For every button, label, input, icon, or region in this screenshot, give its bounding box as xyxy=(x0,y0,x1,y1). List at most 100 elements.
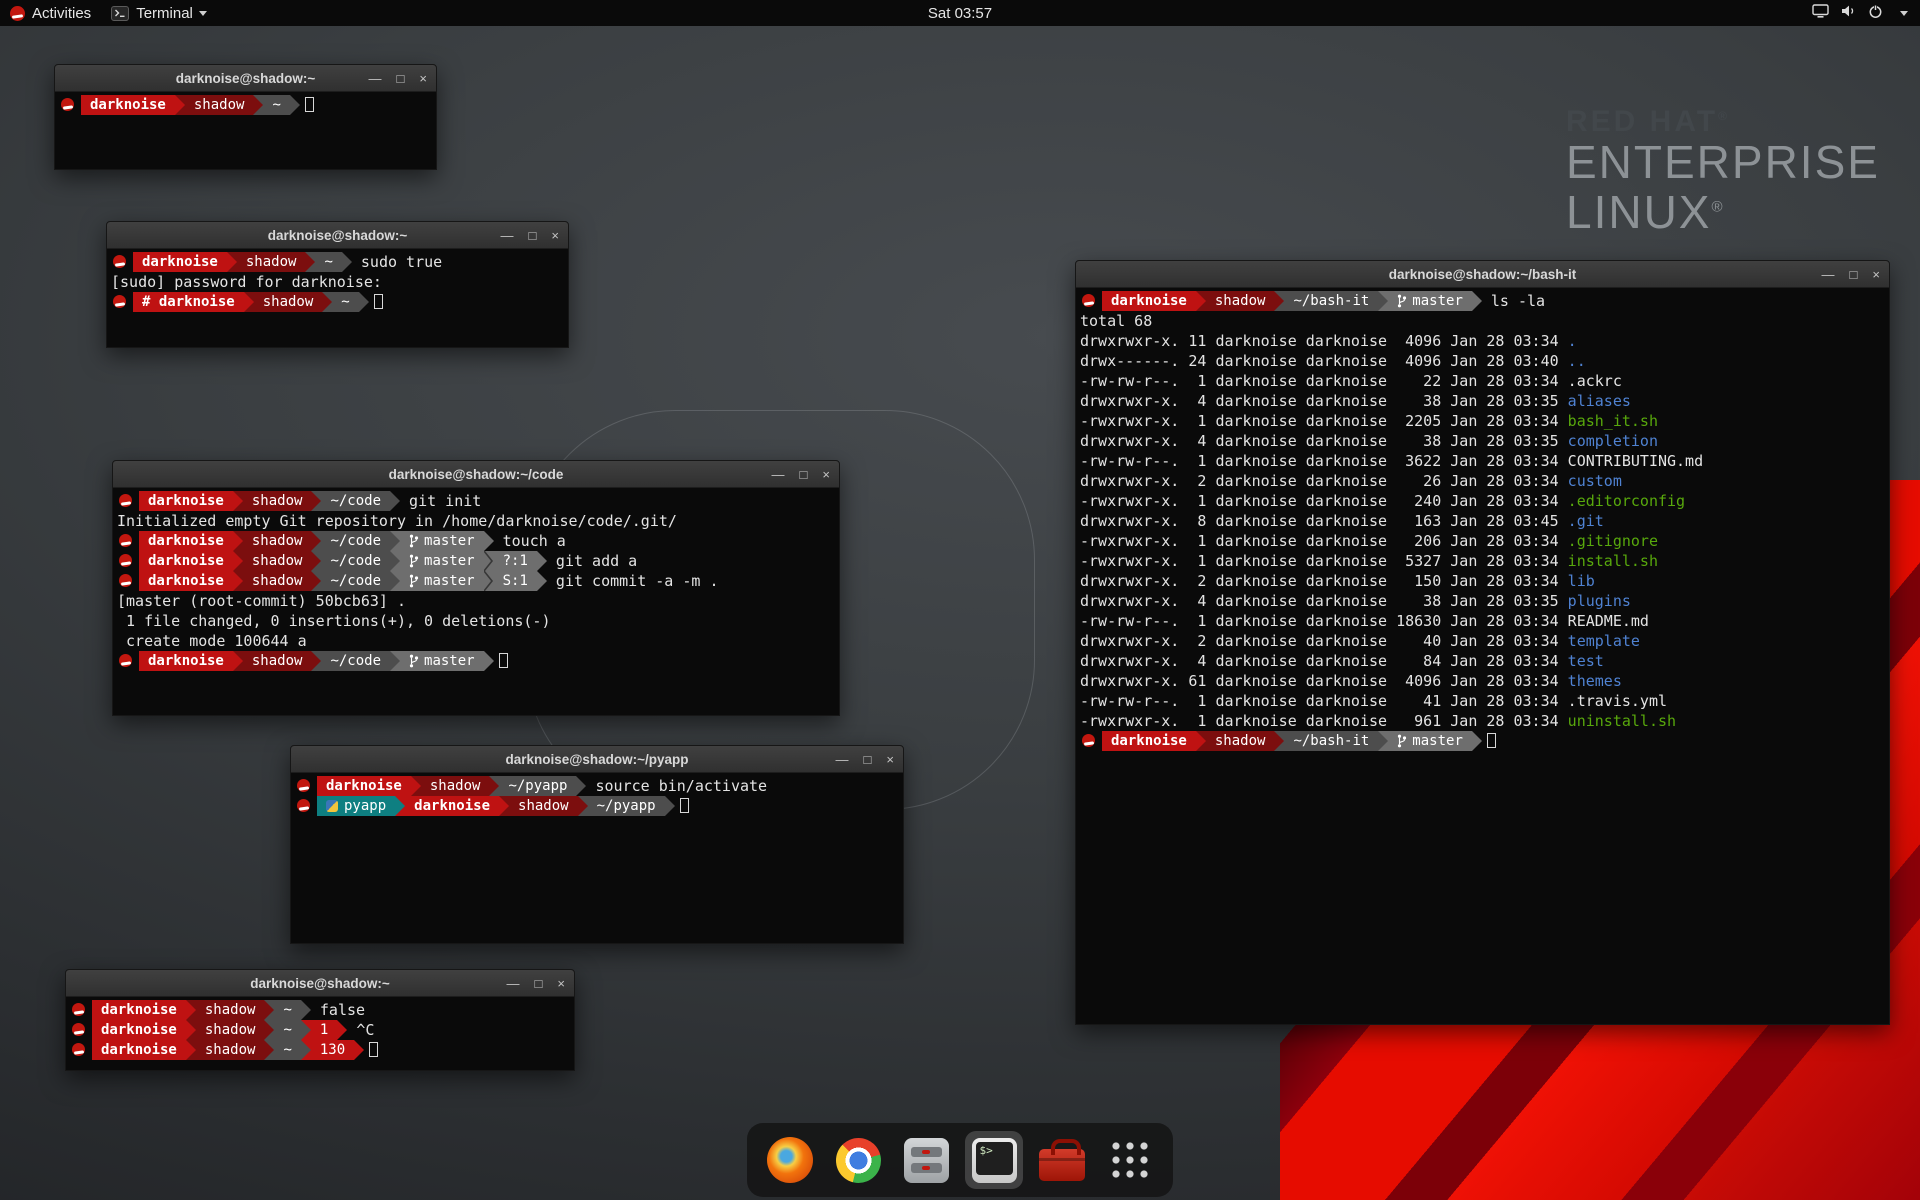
prompt-segment-host: shadow xyxy=(509,796,578,816)
terminal-line: drwxrwxr-x. 4 darknoise darknoise 38 Jan… xyxy=(1080,431,1889,451)
caret-down-icon xyxy=(199,11,207,16)
terminal-text: test xyxy=(1568,651,1604,671)
terminal-content[interactable]: darknoiseshadow~ falsedarknoiseshadow~1 … xyxy=(66,997,574,1070)
minimize-button[interactable]: — xyxy=(369,72,382,85)
terminal-content[interactable]: darknoiseshadow~/code git initInitialize… xyxy=(113,488,839,715)
terminal-window-home-2[interactable]: darknoise@shadow:~ — □ × darknoiseshadow… xyxy=(65,969,575,1071)
git-branch-icon xyxy=(409,654,419,668)
terminal-line: darknoiseshadow~/bash-itmaster ls -la xyxy=(1080,291,1889,311)
prompt-segment-git: master xyxy=(400,551,484,571)
terminal-text: drwxrwxr-x. 2 darknoise darknoise 26 Jan… xyxy=(1080,471,1568,491)
window-titlebar[interactable]: darknoise@shadow:~ — □ × xyxy=(107,222,568,249)
close-button[interactable]: × xyxy=(551,229,559,242)
terminal-content[interactable]: darknoiseshadow~/bash-itmaster ls -latot… xyxy=(1076,288,1889,1024)
terminal-line: 1 file changed, 0 insertions(+), 0 delet… xyxy=(117,611,839,631)
minimize-button[interactable]: — xyxy=(1822,268,1835,281)
powerline-separator xyxy=(537,571,547,591)
powerline-separator xyxy=(311,491,321,511)
powerline-separator xyxy=(186,1000,196,1020)
prompt-segment-user: darknoise xyxy=(1102,731,1196,751)
maximize-button[interactable]: □ xyxy=(800,468,808,481)
system-status-area[interactable] xyxy=(1800,0,1920,26)
terminal-text: create mode 100644 a xyxy=(117,631,307,651)
maximize-button[interactable]: □ xyxy=(535,977,543,990)
prompt-segment-host: shadow xyxy=(1206,291,1275,311)
terminal-line: darknoiseshadow~/bash-itmaster xyxy=(1080,731,1889,751)
prompt-segment-git: ?:1 xyxy=(494,551,537,571)
prompt-segment-git: master xyxy=(400,531,484,551)
powerline-separator xyxy=(186,1040,196,1060)
dock-item-firefox[interactable] xyxy=(761,1131,819,1189)
terminal-text: total 68 xyxy=(1080,311,1152,331)
maximize-button[interactable]: □ xyxy=(864,753,872,766)
dock-item-app-grid[interactable] xyxy=(1101,1131,1159,1189)
clock[interactable]: Sat 03:57 xyxy=(916,0,1004,26)
powerline-separator xyxy=(233,551,243,571)
close-button[interactable]: × xyxy=(822,468,830,481)
window-titlebar[interactable]: darknoise@shadow:~ — □ × xyxy=(55,65,436,92)
dock-item-chrome[interactable] xyxy=(829,1131,887,1189)
close-button[interactable]: × xyxy=(419,72,427,85)
terminal-icon xyxy=(111,6,129,21)
app-menu-terminal[interactable]: Terminal xyxy=(101,0,217,26)
terminal-text: sudo true xyxy=(352,252,442,272)
terminal-line: drwxrwxr-x. 61 darknoise darknoise 4096 … xyxy=(1080,671,1889,691)
window-titlebar[interactable]: darknoise@shadow:~/pyapp — □ × xyxy=(291,746,903,773)
prompt-segment-host: shadow xyxy=(1206,731,1275,751)
terminal-content[interactable]: darknoiseshadow~ sudo true[sudo] passwor… xyxy=(107,249,568,347)
maximize-button[interactable]: □ xyxy=(529,229,537,242)
minimize-button[interactable]: — xyxy=(772,468,785,481)
prompt-segment-path: ~ xyxy=(263,95,289,115)
terminal-content[interactable]: darknoiseshadow~/pyapp source bin/activa… xyxy=(291,773,903,943)
powerline-separator xyxy=(484,551,494,571)
minimize-button[interactable]: — xyxy=(507,977,520,990)
terminal-text: .editorconfig xyxy=(1568,491,1685,511)
terminal-line: drwxrwxr-x. 8 darknoise darknoise 163 Ja… xyxy=(1080,511,1889,531)
minimize-button[interactable]: — xyxy=(501,229,514,242)
close-button[interactable]: × xyxy=(557,977,565,990)
firefox-icon xyxy=(767,1137,813,1183)
terminal-window-sudo[interactable]: darknoise@shadow:~ — □ × darknoiseshadow… xyxy=(106,221,569,348)
powerline-separator xyxy=(305,252,315,272)
terminal-text: -rwxrwxr-x. 1 darknoise darknoise 2205 J… xyxy=(1080,411,1568,431)
window-title: darknoise@shadow:~/pyapp xyxy=(505,752,688,767)
close-button[interactable]: × xyxy=(1872,268,1880,281)
terminal-text: 1 file changed, 0 insertions(+), 0 delet… xyxy=(117,611,550,631)
powerline-separator xyxy=(301,1020,311,1040)
powerline-separator xyxy=(337,1020,347,1040)
dock-item-toolbox[interactable] xyxy=(1033,1131,1091,1189)
python-icon xyxy=(326,800,338,812)
terminal-line: -rwxrwxr-x. 1 darknoise darknoise 206 Ja… xyxy=(1080,531,1889,551)
minimize-button[interactable]: — xyxy=(836,753,849,766)
prompt-segment-path: ~ xyxy=(315,252,341,272)
prompt-segment-path: ~/code xyxy=(321,531,390,551)
prompt-segment-host: shadow xyxy=(243,651,312,671)
prompt-redhat-icon xyxy=(119,494,132,507)
terminal-window-bash-it[interactable]: darknoise@shadow:~/bash-it — □ × darknoi… xyxy=(1075,260,1890,1025)
dock-item-files[interactable] xyxy=(897,1131,955,1189)
terminal-window-pyapp[interactable]: darknoise@shadow:~/pyapp — □ × darknoise… xyxy=(290,745,904,944)
prompt-segment-path: ~/pyapp xyxy=(499,776,576,796)
terminal-window-home-1[interactable]: darknoise@shadow:~ — □ × darknoiseshadow… xyxy=(54,64,437,170)
activities-button[interactable]: Activities xyxy=(0,0,101,26)
git-branch-icon xyxy=(409,574,419,588)
git-branch-icon xyxy=(1397,734,1407,748)
window-titlebar[interactable]: darknoise@shadow:~ — □ × xyxy=(66,970,574,997)
terminal-line: -rw-rw-r--. 1 darknoise darknoise 18630 … xyxy=(1080,611,1889,631)
prompt-redhat-icon xyxy=(119,654,132,667)
terminal-text: lib xyxy=(1568,571,1595,591)
powerline-separator xyxy=(484,571,494,591)
powerline-separator xyxy=(322,292,332,312)
window-titlebar[interactable]: darknoise@shadow:~/bash-it — □ × xyxy=(1076,261,1889,288)
close-button[interactable]: × xyxy=(886,753,894,766)
terminal-window-code[interactable]: darknoise@shadow:~/code — □ × darknoise s… xyxy=(112,460,840,716)
powerline-separator xyxy=(1196,291,1206,311)
prompt-segment-host: shadow xyxy=(185,95,254,115)
powerline-separator xyxy=(390,651,400,671)
window-titlebar[interactable]: darknoise@shadow:~/code — □ × xyxy=(113,461,839,488)
dock-item-terminal[interactable]: $> xyxy=(965,1131,1023,1189)
maximize-button[interactable]: □ xyxy=(397,72,405,85)
prompt-segment-user: darknoise xyxy=(139,491,233,511)
maximize-button[interactable]: □ xyxy=(1850,268,1858,281)
terminal-content[interactable]: darknoiseshadow~ xyxy=(55,92,436,169)
